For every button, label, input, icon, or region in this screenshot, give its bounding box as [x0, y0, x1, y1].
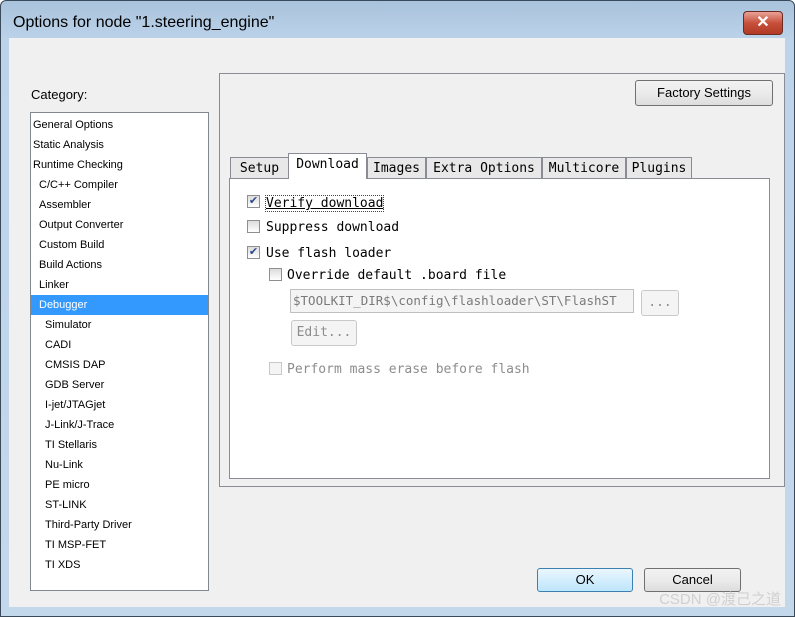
ok-button[interactable]: OK	[537, 568, 633, 592]
category-item[interactable]: Linker	[31, 275, 208, 295]
category-item[interactable]: CADI	[31, 335, 208, 355]
category-item[interactable]: J-Link/J-Trace	[31, 415, 208, 435]
close-button[interactable]: ✕	[743, 11, 783, 35]
category-item[interactable]: Debugger	[31, 295, 208, 315]
category-item[interactable]: Simulator	[31, 315, 208, 335]
suppress-download-checkbox[interactable]	[247, 220, 260, 233]
category-item[interactable]: Static Analysis	[31, 135, 208, 155]
category-item[interactable]: TI MSP-FET	[31, 535, 208, 555]
tab-plugins[interactable]: Plugins	[626, 157, 692, 179]
category-item[interactable]: TI XDS	[31, 555, 208, 575]
mass-erase-label[interactable]: Perform mass erase before flash	[287, 362, 532, 377]
category-item[interactable]: C/C++ Compiler	[31, 175, 208, 195]
tab-images[interactable]: Images	[367, 157, 426, 179]
category-item[interactable]: Runtime Checking	[31, 155, 208, 175]
category-item[interactable]: General Options	[31, 115, 208, 135]
override-board-label[interactable]: Override default .board file	[287, 268, 506, 283]
category-item[interactable]: CMSIS DAP	[31, 355, 208, 375]
category-item[interactable]: Third-Party Driver	[31, 515, 208, 535]
use-flash-loader-label[interactable]: Use flash loader	[266, 246, 391, 261]
tab-multicore[interactable]: Multicore	[542, 157, 626, 179]
verify-download-checkbox[interactable]: ✔	[247, 195, 260, 208]
category-item[interactable]: TI Stellaris	[31, 435, 208, 455]
browse-button[interactable]: ...	[641, 290, 679, 316]
category-item[interactable]: Custom Build	[31, 235, 208, 255]
suppress-download-label[interactable]: Suppress download	[266, 220, 399, 235]
category-item[interactable]: Nu-Link	[31, 455, 208, 475]
category-item[interactable]: Output Converter	[31, 215, 208, 235]
tab-extra-options[interactable]: Extra Options	[426, 157, 542, 179]
category-list[interactable]: General Options Static Analysis Runtime Ch…	[30, 112, 209, 591]
tab-download[interactable]: Download	[288, 153, 367, 179]
factory-settings-button[interactable]: Factory Settings	[635, 80, 773, 106]
close-icon: ✕	[756, 14, 770, 31]
use-flash-loader-checkbox[interactable]: ✔	[247, 246, 260, 259]
override-board-checkbox[interactable]	[269, 268, 282, 281]
verify-download-label[interactable]: Verify download	[264, 195, 385, 212]
edit-button[interactable]: Edit...	[291, 320, 357, 346]
category-item[interactable]: GDB Server	[31, 375, 208, 395]
category-item[interactable]: I-jet/JTAGjet	[31, 395, 208, 415]
category-label: Category:	[31, 87, 88, 102]
window-title: Options for node "1.steering_engine"	[13, 14, 275, 31]
tab-setup[interactable]: Setup	[230, 157, 289, 179]
category-item[interactable]: Assembler	[31, 195, 208, 215]
watermark: CSDN @渡己之道	[659, 591, 781, 608]
category-item[interactable]: Build Actions	[31, 255, 208, 275]
category-item[interactable]: PE micro	[31, 475, 208, 495]
category-item[interactable]: ST-LINK	[31, 495, 208, 515]
board-file-input[interactable]: $TOOLKIT_DIR$\config\flashloader\ST\Flas…	[290, 289, 634, 313]
mass-erase-checkbox[interactable]	[269, 362, 282, 375]
